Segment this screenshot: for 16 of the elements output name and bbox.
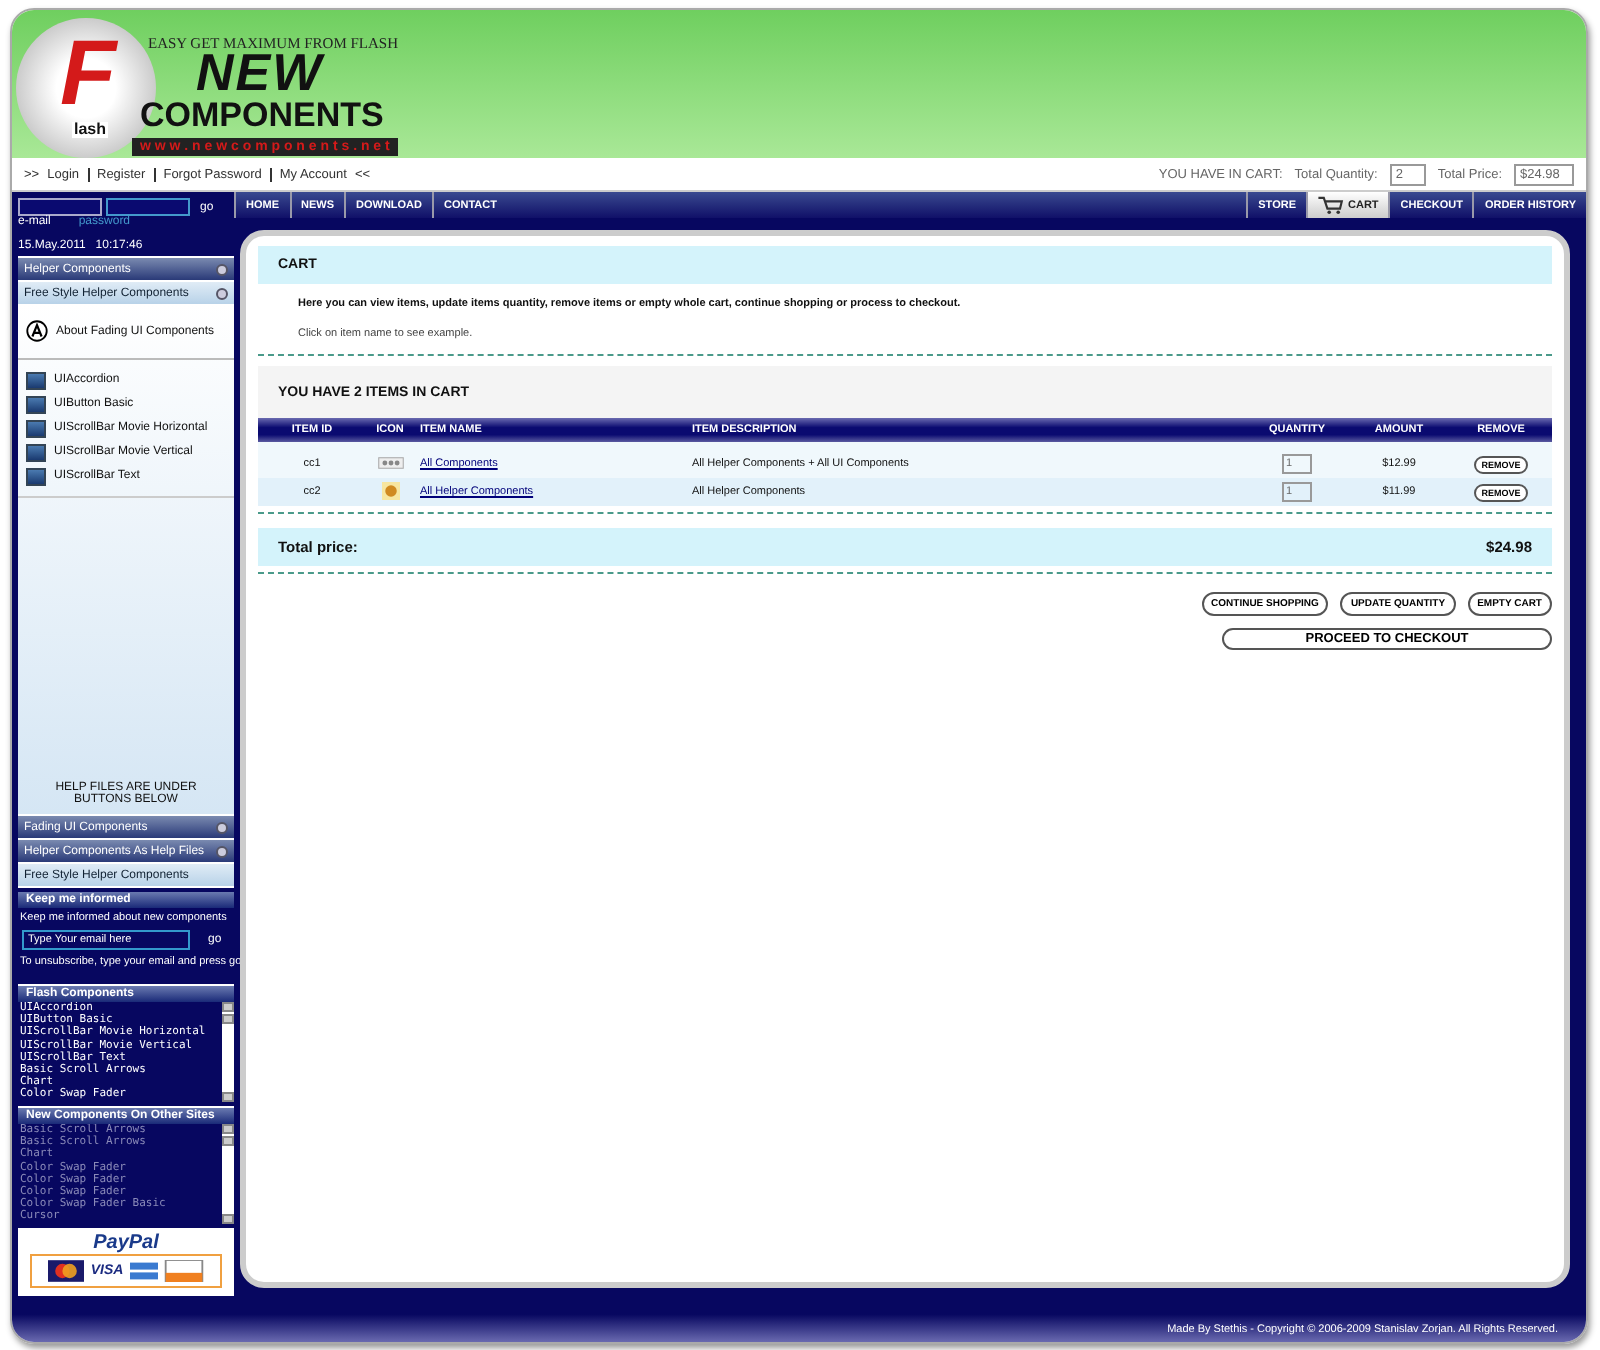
card-icon [163,1260,204,1282]
paypal-logo-text: PayPal [91,1234,161,1254]
card-circles-icon [48,1260,85,1282]
logo-text: COMPONENTS [140,98,384,132]
email-field[interactable] [18,198,102,216]
scrollbar[interactable] [222,1002,234,1102]
password-field[interactable] [106,198,190,216]
logo-letter: F [60,26,117,118]
letter-a-icon [26,320,48,342]
cart-icon [1318,196,1344,214]
logo-text: NEW [196,46,324,98]
card-icon [129,1260,158,1282]
scrollbar[interactable] [222,1124,234,1224]
dots-icon [377,455,403,469]
coin-icon [381,481,399,499]
logo-text: lash [72,122,109,138]
